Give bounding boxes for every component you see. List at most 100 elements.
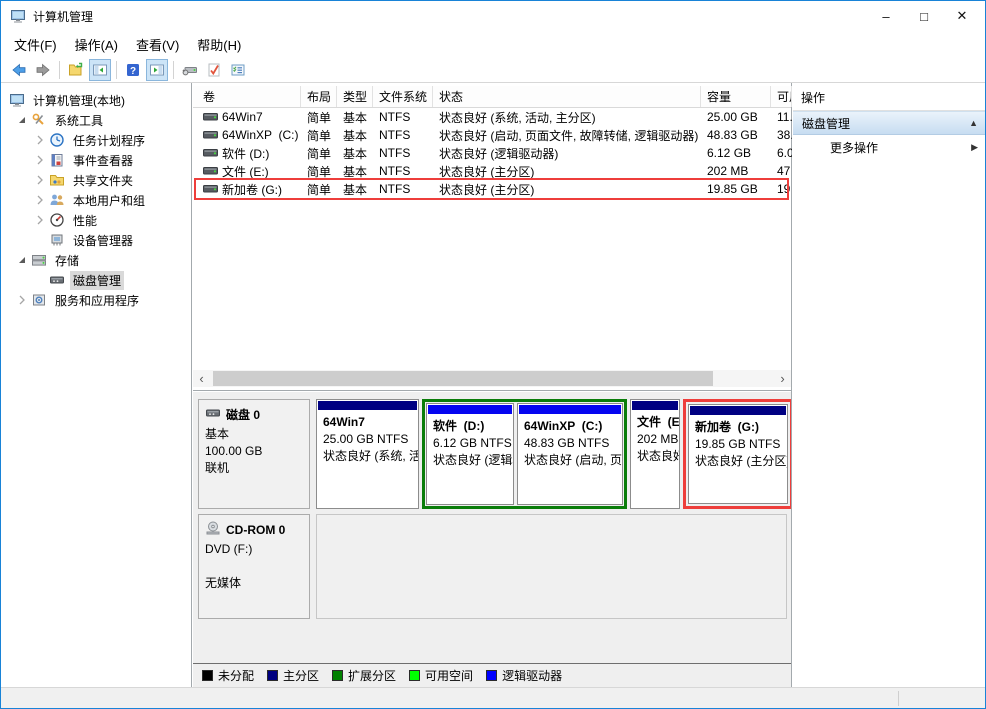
partition-text: 文件 (E:)202 MB NTFS状态良好 (主分区) bbox=[631, 411, 679, 465]
tree-item-local-users[interactable]: 本地用户和组 bbox=[1, 190, 191, 210]
action-pane-toggle-icon[interactable] bbox=[146, 59, 168, 81]
collapsed-expander-icon[interactable] bbox=[31, 172, 49, 188]
scroll-right-button[interactable]: › bbox=[774, 370, 791, 387]
collapsed-expander-icon[interactable] bbox=[31, 152, 49, 168]
legend-swatch bbox=[332, 670, 343, 681]
computer-icon bbox=[10, 8, 26, 24]
cdrom-name: CD-ROM 0 bbox=[226, 522, 285, 539]
legend-item: 逻辑驱动器 bbox=[486, 667, 562, 684]
menu-bar: 文件(F)操作(A)查看(V)帮助(H) bbox=[1, 31, 985, 57]
volume-cell: NTFS bbox=[373, 146, 433, 160]
minimize-button[interactable]: – bbox=[869, 1, 903, 31]
performance-icon bbox=[49, 212, 65, 228]
volume-cell: NTFS bbox=[373, 164, 433, 178]
partitions: 64Win725.00 GB NTFS状态良好 (系统, 活动, 主分区)软件 … bbox=[316, 399, 791, 509]
partition-group: 64Win725.00 GB NTFS状态良好 (系统, 活动, 主分区) bbox=[316, 399, 419, 509]
tree-item-label: 性能 bbox=[70, 211, 100, 230]
help-icon[interactable]: ? bbox=[122, 59, 144, 81]
toolbar: ? bbox=[1, 57, 985, 83]
toolbar-separator bbox=[59, 61, 60, 79]
task-scheduler-icon bbox=[49, 132, 65, 148]
check-disk-icon[interactable] bbox=[203, 59, 225, 81]
volume-list-header: 卷布局类型文件系统状态容量可用 bbox=[193, 86, 791, 108]
cdrom-label[interactable]: CD-ROM 0 DVD (F:) 无媒体 bbox=[198, 514, 310, 619]
tree-item-task-scheduler[interactable]: 任务计划程序 bbox=[1, 130, 191, 150]
volume-cell: 简单 bbox=[301, 181, 337, 198]
tree-item-storage[interactable]: 存储 bbox=[1, 250, 191, 270]
column-header-1[interactable]: 卷 bbox=[193, 86, 301, 107]
tree-item-label: 磁盘管理 bbox=[70, 271, 124, 290]
menu-item-操[interactable]: 操作(A) bbox=[66, 32, 127, 57]
collapsed-expander-icon[interactable] bbox=[31, 132, 49, 148]
volume-row[interactable]: 文件 (E:)简单基本NTFS状态良好 (主分区)202 MB47 bbox=[193, 162, 791, 180]
volume-row[interactable]: 64Win7简单基本NTFS状态良好 (系统, 活动, 主分区)25.00 GB… bbox=[193, 108, 791, 126]
disk-properties-icon[interactable] bbox=[227, 59, 249, 81]
cdrom-drive-letter: DVD (F:) bbox=[205, 541, 303, 558]
tree-item-label: 计算机管理(本地) bbox=[30, 91, 128, 110]
menu-item-帮[interactable]: 帮助(H) bbox=[188, 32, 250, 57]
scrollbar-thumb[interactable] bbox=[213, 371, 713, 386]
volume-cell: 25.00 GB bbox=[701, 110, 771, 124]
actions-group-header[interactable]: 磁盘管理 ▲ bbox=[793, 111, 986, 135]
collapse-caret-icon[interactable]: ▲ bbox=[969, 118, 978, 128]
open-folder-icon[interactable] bbox=[65, 59, 87, 81]
volume-row[interactable]: 软件 (D:)简单基本NTFS状态良好 (逻辑驱动器)6.12 GB6.0 bbox=[193, 144, 791, 162]
expanded-expander-icon[interactable] bbox=[13, 112, 31, 128]
close-button[interactable]: ✕ bbox=[945, 1, 979, 31]
storage-icon bbox=[31, 252, 47, 268]
partition-text: 软件 (D:)6.12 GB NTFS状态良好 (逻辑驱动器) bbox=[427, 415, 513, 469]
partition-size: 48.83 GB NTFS bbox=[524, 435, 622, 452]
device-manager-icon bbox=[49, 232, 65, 248]
volume-row[interactable]: 新加卷 (G:)简单基本NTFS状态良好 (主分区)19.85 GB19 bbox=[193, 180, 791, 198]
maximize-button[interactable]: □ bbox=[907, 1, 941, 31]
computer-icon bbox=[9, 92, 25, 108]
menu-item-查[interactable]: 查看(V) bbox=[127, 32, 188, 57]
console-tree-toggle-icon[interactable] bbox=[89, 59, 111, 81]
volume-cell: 状态良好 (逻辑驱动器) bbox=[433, 145, 701, 162]
back-icon[interactable] bbox=[8, 59, 30, 81]
scroll-left-button[interactable]: ‹ bbox=[193, 370, 210, 387]
collapsed-expander-icon[interactable] bbox=[31, 192, 49, 208]
column-header-5[interactable]: 状态 bbox=[433, 86, 701, 107]
collapsed-expander-icon[interactable] bbox=[13, 292, 31, 308]
partition-软件[interactable]: 软件 (D:)6.12 GB NTFS状态良好 (逻辑驱动器) bbox=[426, 403, 514, 505]
highlighted-partition-group: 新加卷 (G:)19.85 GB NTFS状态良好 (主分区) bbox=[683, 399, 791, 509]
partition-64Win7[interactable]: 64Win725.00 GB NTFS状态良好 (系统, 活动, 主分区) bbox=[316, 399, 419, 509]
actions-panel: 操作 磁盘管理 ▲ 更多操作 ▶ bbox=[793, 83, 986, 687]
partition-status: 状态良好 (系统, 活动, 主分区) bbox=[323, 448, 418, 465]
tree-item-computer[interactable]: 计算机管理(本地) bbox=[1, 90, 191, 110]
column-header-4[interactable]: 文件系统 bbox=[373, 86, 433, 107]
more-actions-item[interactable]: 更多操作 ▶ bbox=[793, 135, 986, 159]
column-header-7[interactable]: 可用 bbox=[771, 86, 792, 107]
collapsed-expander-icon[interactable] bbox=[31, 212, 49, 228]
tree-item-shared-folders[interactable]: 共享文件夹 bbox=[1, 170, 191, 190]
partition-size: 202 MB NTFS bbox=[637, 431, 679, 448]
column-header-6[interactable]: 容量 bbox=[701, 86, 771, 107]
tree-item-disk-management[interactable]: 磁盘管理 bbox=[1, 270, 191, 290]
column-header-3[interactable]: 类型 bbox=[337, 86, 373, 107]
tree-item-label: 系统工具 bbox=[52, 111, 106, 130]
rescan-disks-icon[interactable] bbox=[179, 59, 201, 81]
partition-新加卷[interactable]: 新加卷 (G:)19.85 GB NTFS状态良好 (主分区) bbox=[688, 404, 788, 504]
tree-item-system-tools[interactable]: 系统工具 bbox=[1, 110, 191, 130]
expanded-expander-icon[interactable] bbox=[13, 252, 31, 268]
partition-文件[interactable]: 文件 (E:)202 MB NTFS状态良好 (主分区) bbox=[630, 399, 680, 509]
status-bar bbox=[1, 687, 985, 708]
disk0-label[interactable]: 磁盘 0 基本 100.00 GB 联机 bbox=[198, 399, 310, 509]
partition-64WinXP[interactable]: 64WinXP (C:)48.83 GB NTFS状态良好 (启动, 页面文件,… bbox=[517, 403, 623, 505]
actions-group-title: 磁盘管理 bbox=[802, 115, 850, 132]
window-title: 计算机管理 bbox=[33, 8, 93, 25]
tree-item-device-manager[interactable]: 设备管理器 bbox=[1, 230, 191, 250]
disk-drive-icon bbox=[205, 405, 226, 426]
volume-cell: 简单 bbox=[301, 127, 337, 144]
volume-row[interactable]: 64WinXP (C:)简单基本NTFS状态良好 (启动, 页面文件, 故障转储… bbox=[193, 126, 791, 144]
tree-item-performance[interactable]: 性能 bbox=[1, 210, 191, 230]
tree-item-services[interactable]: 服务和应用程序 bbox=[1, 290, 191, 310]
forward-icon[interactable] bbox=[32, 59, 54, 81]
horizontal-scrollbar[interactable]: ‹ › bbox=[193, 370, 791, 387]
column-header-2[interactable]: 布局 bbox=[301, 86, 337, 107]
legend-label: 未分配 bbox=[218, 667, 254, 684]
disk0-name: 磁盘 0 bbox=[226, 407, 260, 424]
tree-item-event-viewer[interactable]: 事件查看器 bbox=[1, 150, 191, 170]
menu-item-文[interactable]: 文件(F) bbox=[5, 32, 66, 57]
